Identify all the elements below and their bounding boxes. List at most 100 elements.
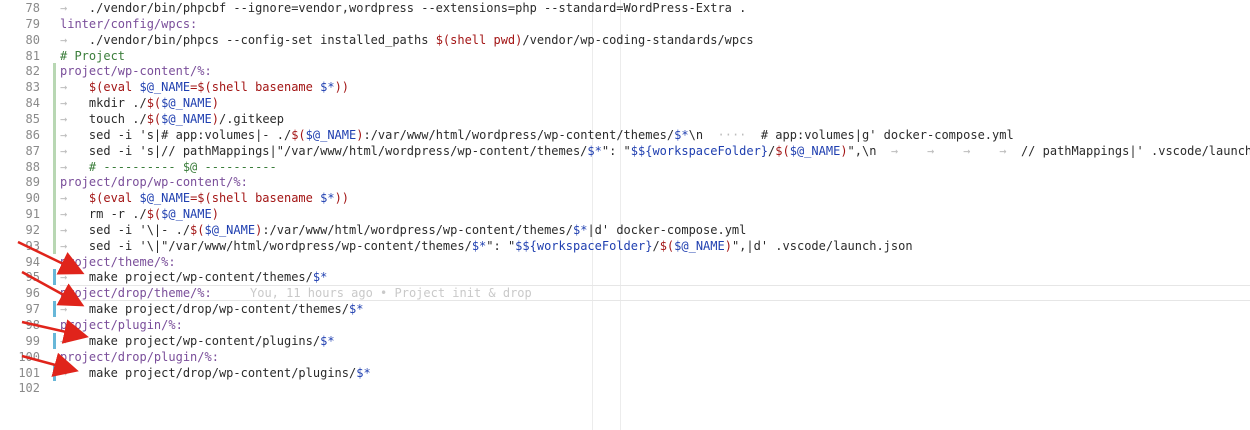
- code-token: /vendor/wp-coding-standards/wpcs: [522, 32, 754, 47]
- code-line[interactable]: 86 → sed -i 's|# app:volumes|- ./$($@_NAM…: [0, 126, 1250, 143]
- code-token: :/var/www/html/wordpress/wp-content/them…: [262, 222, 573, 237]
- code-token: →: [60, 143, 75, 158]
- code-token: →: [60, 159, 75, 174]
- code-token: $(: [659, 238, 675, 253]
- gutter-added-marker[interactable]: [53, 301, 56, 318]
- code-token: →: [60, 32, 75, 47]
- line-code: → ./vendor/bin/phpcbf --ignore=vendor,wo…: [60, 0, 746, 16]
- code-token: →: [60, 238, 75, 253]
- code-line[interactable]: 96 project/drop/theme/%: You, 11 hours ago…: [0, 285, 1250, 302]
- line-number: 92: [25, 222, 40, 237]
- code-token: →: [60, 365, 75, 380]
- code-token: →: [60, 1, 75, 15]
- code-token: |d' docker-compose.yml: [587, 222, 747, 237]
- gutter-modified-marker[interactable]: [53, 174, 56, 191]
- code-line[interactable]: 87 → sed -i 's|// pathMappings|"/var/www/…: [0, 142, 1250, 159]
- line-number: 78: [25, 1, 40, 15]
- code-token: ": ": [486, 238, 516, 253]
- code-token: $@_NAME: [161, 207, 212, 222]
- code-line[interactable]: 100 project/drop/plugin/%:: [0, 349, 1250, 365]
- code-token: $*: [587, 143, 602, 158]
- code-token: →: [60, 80, 75, 95]
- gutter-modified-marker[interactable]: [53, 110, 56, 127]
- code-line[interactable]: 101 → make project/drop/wp-content/plugin…: [0, 364, 1250, 381]
- line-number: 83: [25, 80, 40, 95]
- code-line[interactable]: 97 → make project/drop/wp-content/themes/…: [0, 301, 1250, 318]
- gutter-modified-marker[interactable]: [53, 158, 56, 175]
- code-editor[interactable]: 78 → ./vendor/bin/phpcbf --ignore=vendor,…: [0, 0, 1250, 430]
- code-token: $(: [146, 111, 162, 126]
- code-line[interactable]: 82 project/wp-content/%:: [0, 63, 1250, 80]
- code-line[interactable]: 79 linter/config/wpcs:: [0, 16, 1250, 32]
- code-token: $(shell pwd): [435, 32, 523, 47]
- code-token: →: [60, 96, 75, 111]
- code-token: $*: [320, 333, 335, 348]
- code-line[interactable]: 95 → make project/wp-content/themes/$*: [0, 269, 1250, 286]
- code-token: ): [211, 207, 219, 222]
- code-token: \n: [688, 127, 704, 142]
- line-number: 94: [25, 254, 40, 269]
- code-token: ./vendor/bin/phpcbf --ignore=vendor,word…: [74, 1, 747, 15]
- line-code: project/plugin/%:: [60, 317, 183, 333]
- line-code: → touch ./$($@_NAME)/.gitkeep: [60, 111, 284, 127]
- gutter-added-marker[interactable]: [53, 332, 56, 349]
- code-line[interactable]: 90 → $(eval $@_NAME=$(shell basename $*)): [0, 190, 1250, 207]
- code-token: $*: [674, 127, 689, 142]
- code-token: linter/config/wpcs:: [60, 16, 198, 31]
- code-line[interactable]: 93 → sed -i '\|"/var/www/html/wordpress/w…: [0, 237, 1250, 254]
- gutter-modified-marker[interactable]: [53, 142, 56, 159]
- code-line[interactable]: 91 → rm -r ./$($@_NAME): [0, 206, 1250, 223]
- code-token: rm -r ./: [74, 207, 147, 222]
- gutter-modified-marker[interactable]: [53, 237, 56, 254]
- code-line[interactable]: 83 → $(eval $@_NAME=$(shell basename $*)): [0, 79, 1250, 96]
- code-line[interactable]: 88 → # ---------- $@ ----------: [0, 158, 1250, 175]
- line-number: 82: [25, 64, 40, 79]
- code-token: ": ": [601, 143, 631, 158]
- code-token: $*: [471, 238, 487, 253]
- code-line[interactable]: 99 → make project/wp-content/plugins/$*: [0, 332, 1250, 349]
- gutter-modified-marker[interactable]: [53, 126, 56, 143]
- gutter-added-marker[interactable]: [53, 364, 56, 381]
- gutter-modified-marker[interactable]: [53, 79, 56, 96]
- code-line[interactable]: 98 project/plugin/%:: [0, 317, 1250, 333]
- code-token: sed -i 's|# app:volumes|- ./: [74, 127, 292, 142]
- line-code: → sed -i '\|"/var/www/html/wordpress/wp-…: [60, 238, 913, 254]
- line-code: project/drop/wp-content/%:: [60, 174, 248, 190]
- gutter-modified-marker[interactable]: [53, 206, 56, 223]
- code-token: // pathMappings|' .vscode/launch.json: [1020, 143, 1250, 158]
- code-token: $@_NAME: [139, 80, 191, 95]
- code-line[interactable]: 102: [0, 380, 1250, 396]
- code-line[interactable]: 84 → mkdir ./$($@_NAME): [0, 95, 1250, 112]
- line-code: → ./vendor/bin/phpcs --config-set instal…: [60, 32, 754, 48]
- code-token: $${workspaceFolder}: [630, 143, 769, 158]
- code-token: ",\n: [847, 143, 877, 158]
- code-token: project/drop/wp-content/%:: [60, 175, 248, 190]
- code-token: →: [60, 302, 75, 317]
- code-token: ): [211, 96, 219, 111]
- line-number: 91: [25, 207, 40, 222]
- code-token: $*: [320, 80, 335, 95]
- line-code: # Project: [60, 48, 125, 64]
- gutter-modified-marker[interactable]: [53, 190, 56, 207]
- code-line[interactable]: 92 → sed -i '\|- ./$($@_NAME):/var/www/ht…: [0, 221, 1250, 238]
- line-number: 101: [18, 365, 40, 380]
- line-number: 93: [25, 238, 40, 253]
- line-code: linter/config/wpcs:: [60, 16, 197, 32]
- line-number: 102: [18, 381, 40, 396]
- code-token: sed -i '\|"/var/www/html/wordpress/wp-co…: [74, 238, 472, 253]
- code-token: → → → →: [876, 143, 1021, 158]
- gutter-added-marker[interactable]: [53, 269, 56, 286]
- code-line[interactable]: 85 → touch ./$($@_NAME)/.gitkeep: [0, 110, 1250, 127]
- code-line[interactable]: 94 project/theme/%:: [0, 254, 1250, 270]
- code-token: ): [724, 238, 732, 253]
- gutter-modified-marker[interactable]: [53, 95, 56, 112]
- line-number: 89: [25, 175, 40, 190]
- code-token: $*: [349, 302, 364, 317]
- gutter-modified-marker[interactable]: [53, 63, 56, 80]
- code-line[interactable]: 81 # Project: [0, 48, 1250, 64]
- git-blame-annotation: You, 11 hours ago • Project init & drop: [250, 286, 532, 301]
- code-line[interactable]: 78 → ./vendor/bin/phpcbf --ignore=vendor,…: [0, 0, 1250, 16]
- code-line[interactable]: 89 project/drop/wp-content/%:: [0, 174, 1250, 191]
- code-line[interactable]: 80 → ./vendor/bin/phpcs --config-set inst…: [0, 32, 1250, 48]
- gutter-modified-marker[interactable]: [53, 221, 56, 238]
